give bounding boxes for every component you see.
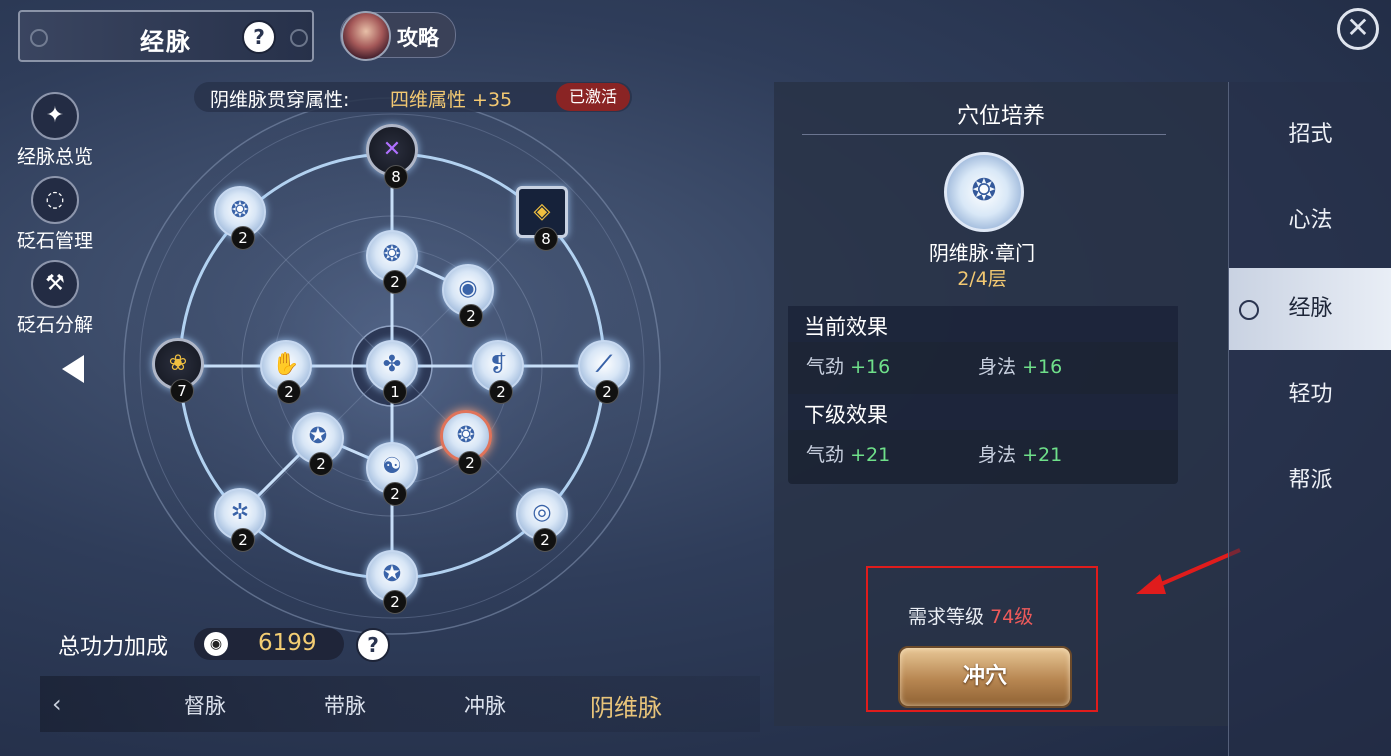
acupoint-inner-left[interactable]: ✋ 2 bbox=[260, 340, 312, 404]
stat-name: 气劲 bbox=[806, 444, 845, 466]
effect-box: 当前效果 气劲 +16 身法 +16 下级效果 气劲 +21 身法 +21 bbox=[788, 306, 1178, 484]
node-level: 2 bbox=[458, 451, 482, 475]
acupoint-bottom[interactable]: ✪ 2 bbox=[366, 550, 418, 614]
menu-overview[interactable]: ✦ 经脉总览 bbox=[10, 92, 100, 169]
ornament-icon bbox=[30, 29, 48, 47]
node-level: 2 bbox=[489, 380, 513, 404]
guide-button[interactable]: 攻略 bbox=[340, 11, 456, 61]
acupoint-name: 阴维脉·章门 bbox=[928, 241, 1036, 265]
acupoint-inner-top[interactable]: ❂ 2 bbox=[366, 230, 418, 294]
node-level: 8 bbox=[534, 227, 558, 251]
next-stat-2: 身法 +21 bbox=[978, 440, 1062, 467]
next-effect-header: 下级效果 bbox=[788, 394, 1178, 430]
node-level: 7 bbox=[170, 379, 194, 403]
stat-value: +21 bbox=[1022, 444, 1063, 466]
page-title: 经脉 bbox=[140, 28, 192, 56]
node-level: 2 bbox=[383, 482, 407, 506]
acupoint-layer: 2/4层 bbox=[957, 268, 1007, 290]
total-power-value: 6199 bbox=[258, 630, 317, 656]
circle-nodes-icon: ◌ bbox=[31, 176, 79, 224]
hammer-icon: ⚒ bbox=[31, 260, 79, 308]
page-title-box: 经脉 ? bbox=[18, 10, 314, 62]
stat-name: 身法 bbox=[978, 356, 1017, 378]
node-level: 2 bbox=[383, 590, 407, 614]
stat-value: +21 bbox=[850, 444, 891, 466]
panel-title: 穴位培养 bbox=[956, 104, 1045, 129]
next-effect-title: 下级效果 bbox=[804, 403, 888, 427]
menu-stone-manage[interactable]: ◌ 砭石管理 bbox=[10, 176, 100, 253]
current-stat-2: 身法 +16 bbox=[978, 352, 1062, 379]
close-icon: ✕ bbox=[1346, 11, 1370, 44]
tab-label: 经脉 bbox=[1288, 296, 1333, 321]
menu-label: 砭石分解 bbox=[16, 314, 93, 336]
acupoint-outer-right[interactable]: ⟋ 2 bbox=[578, 340, 630, 404]
stat-name: 身法 bbox=[978, 444, 1017, 466]
help-button[interactable]: ? bbox=[242, 20, 276, 54]
total-help-button[interactable]: ? bbox=[356, 628, 390, 662]
acupoint-outer-br[interactable]: ◎ 2 bbox=[516, 488, 568, 552]
status-badge: 已激活 bbox=[556, 83, 630, 111]
acupoint-square[interactable]: ◈ 8 bbox=[516, 186, 568, 251]
pierce-attribute-banner: 阴维脉贯穿属性: 四维属性 +35 已激活 bbox=[194, 82, 632, 112]
node-level: 2 bbox=[383, 270, 407, 294]
tab-du-mai[interactable]: 督脉 bbox=[184, 690, 226, 720]
acupoint-inner-bl[interactable]: ✪ 2 bbox=[292, 412, 344, 476]
acupoint-selected[interactable]: ❂ 2 bbox=[440, 410, 492, 475]
tab-dai-mai[interactable]: 带脉 bbox=[324, 690, 366, 720]
acupoint-top[interactable]: ✕ 8 bbox=[366, 124, 418, 189]
close-button[interactable]: ✕ bbox=[1337, 8, 1379, 50]
tab-yin-wei-mai[interactable]: 阴维脉 bbox=[590, 688, 662, 723]
node-level: 2 bbox=[309, 452, 333, 476]
node-level: 2 bbox=[533, 528, 557, 552]
tab-lightness[interactable]: 轻功 bbox=[1229, 354, 1391, 436]
menu-label: 经脉总览 bbox=[16, 146, 93, 168]
selected-acupoint-icon: ❂ bbox=[944, 152, 1024, 232]
menu-label: 砭石管理 bbox=[16, 230, 93, 252]
acupoint-inner-tr[interactable]: ◉ 2 bbox=[442, 264, 494, 328]
divider bbox=[802, 134, 1166, 135]
current-effect-title: 当前效果 bbox=[804, 315, 888, 339]
prev-arrow-icon[interactable] bbox=[62, 355, 84, 383]
node-level: 2 bbox=[595, 380, 619, 404]
menu-stone-decompose[interactable]: ⚒ 砭石分解 bbox=[10, 260, 100, 337]
acupoint-inner-right[interactable]: ❡ 2 bbox=[472, 340, 524, 404]
tab-meridian[interactable]: 经脉 bbox=[1229, 268, 1391, 350]
node-level: 2 bbox=[231, 528, 255, 552]
acupoint-outer-tl[interactable]: ❂ 2 bbox=[214, 186, 266, 250]
stat-value: +16 bbox=[850, 356, 891, 378]
stat-name: 气劲 bbox=[806, 356, 845, 378]
node-level: 8 bbox=[384, 165, 408, 189]
current-effect-header: 当前效果 bbox=[788, 306, 1178, 342]
acupoint-left[interactable]: ❀ 7 bbox=[152, 338, 204, 403]
total-power-box: ◉ 6199 bbox=[194, 628, 344, 660]
ornament-icon bbox=[1239, 300, 1259, 320]
right-tabs: 招式 心法 经脉 轻功 帮派 bbox=[1228, 82, 1391, 756]
avatar bbox=[341, 11, 391, 61]
meridian-tabs: ‹ 督脉 带脉 冲脉 阴维脉 bbox=[40, 676, 760, 732]
tab-chong-mai[interactable]: 冲脉 bbox=[464, 690, 506, 720]
power-icon: ◉ bbox=[204, 632, 228, 656]
guide-label: 攻略 bbox=[397, 26, 439, 50]
total-power-label: 总功力加成 bbox=[58, 635, 169, 660]
next-stat-1: 气劲 +21 bbox=[806, 440, 890, 467]
tab-guild[interactable]: 帮派 bbox=[1229, 440, 1391, 522]
node-level: 1 bbox=[383, 380, 407, 404]
acupoint-center[interactable]: ✤ 1 bbox=[366, 340, 418, 404]
acupoint-outer-bl[interactable]: ✲ 2 bbox=[214, 488, 266, 552]
node-level: 2 bbox=[459, 304, 483, 328]
banner-label: 阴维脉贯穿属性: bbox=[210, 89, 350, 111]
tab-mind[interactable]: 心法 bbox=[1229, 180, 1391, 262]
stat-value: +16 bbox=[1022, 356, 1063, 378]
current-stat-1: 气劲 +16 bbox=[806, 352, 890, 379]
banner-bonus: 四维属性 +35 bbox=[390, 89, 513, 111]
node-level: 2 bbox=[231, 226, 255, 250]
chevron-left-icon[interactable]: ‹ bbox=[52, 690, 62, 718]
tab-moves[interactable]: 招式 bbox=[1229, 94, 1391, 176]
acupoint-inner-bottom[interactable]: ☯ 2 bbox=[366, 442, 418, 506]
node-level: 2 bbox=[277, 380, 301, 404]
ornament-icon bbox=[290, 29, 308, 47]
highlight-box bbox=[866, 566, 1098, 712]
constellation-icon: ✦ bbox=[31, 92, 79, 140]
